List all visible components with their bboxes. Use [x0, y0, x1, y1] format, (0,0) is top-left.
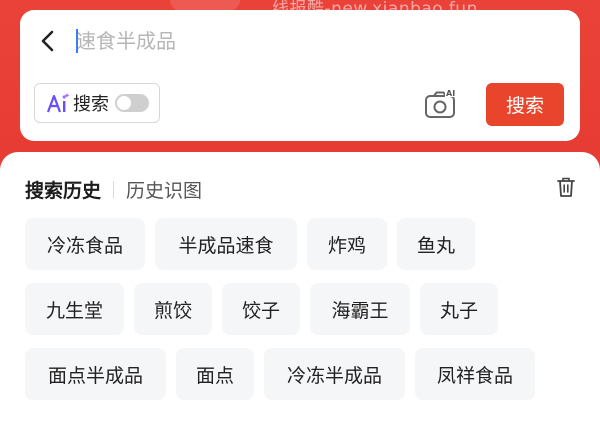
- history-chip[interactable]: 海霸王: [310, 283, 410, 335]
- history-chip[interactable]: 鱼丸: [397, 218, 475, 270]
- ai-search-switch[interactable]: [115, 94, 149, 112]
- tab-image-history[interactable]: 历史识图: [126, 176, 202, 203]
- search-button[interactable]: 搜索: [486, 83, 564, 126]
- chevron-left-icon[interactable]: [36, 28, 62, 54]
- tab-divider: [113, 181, 115, 198]
- history-chip[interactable]: 凤祥食品: [415, 348, 535, 400]
- history-chip[interactable]: 九生堂: [25, 283, 124, 335]
- ai-search-toggle-pill[interactable]: 搜索: [34, 83, 160, 123]
- tab-search-history[interactable]: 搜索历史: [25, 176, 101, 203]
- history-chip[interactable]: 丸子: [420, 283, 498, 335]
- history-tabs: 搜索历史 历史识图: [25, 176, 202, 203]
- switch-knob: [117, 96, 131, 110]
- history-chip[interactable]: 饺子: [222, 283, 300, 335]
- history-row-3: 面点半成品 面点 冷冻半成品 凤祥食品: [25, 348, 545, 400]
- history-row-1: 冷冻食品 半成品速食 炸鸡 鱼丸: [25, 218, 485, 270]
- svg-text:AI: AI: [446, 89, 455, 98]
- history-chip[interactable]: 面点: [176, 348, 254, 400]
- history-chip[interactable]: 煎饺: [134, 283, 212, 335]
- text-caret: [76, 29, 78, 53]
- search-input[interactable]: [72, 24, 556, 58]
- search-card: 搜索 AI 搜索: [20, 10, 580, 141]
- search-history-panel: 搜索历史 历史识图 冷冻食品 半成品速食 炸鸡 鱼丸 九生堂 煎饺 饺子 海霸王…: [0, 152, 600, 432]
- history-chip[interactable]: 炸鸡: [307, 218, 387, 270]
- ai-camera-icon[interactable]: AI: [424, 88, 458, 120]
- history-chip[interactable]: 冷冻食品: [25, 218, 145, 270]
- history-chip[interactable]: 冷冻半成品: [264, 348, 405, 400]
- history-chip[interactable]: 面点半成品: [25, 348, 166, 400]
- history-row-2: 九生堂 煎饺 饺子 海霸王 丸子: [25, 283, 508, 335]
- ai-sparkle-icon: [46, 93, 70, 113]
- trash-icon[interactable]: [556, 176, 576, 198]
- history-chip[interactable]: 半成品速食: [155, 218, 297, 270]
- ai-search-label: 搜索: [73, 94, 109, 115]
